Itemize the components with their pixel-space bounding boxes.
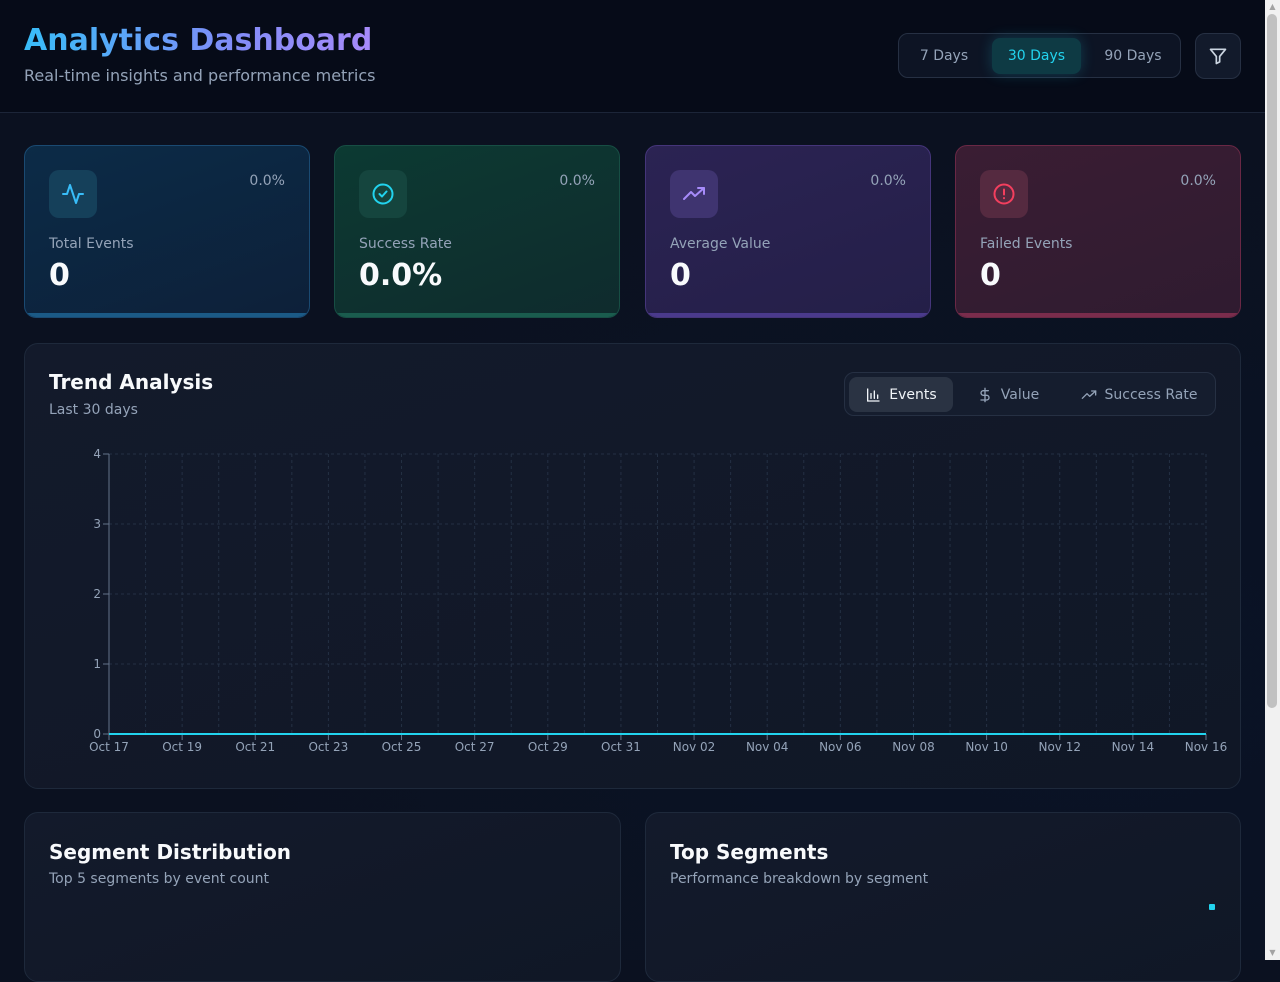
top-segments-subtitle: Performance breakdown by segment: [670, 871, 929, 887]
stat-card-average-value: 0.0% Average Value 0: [645, 145, 931, 318]
x-tick-label: Oct 21: [235, 740, 275, 754]
stat-label: Failed Events: [980, 236, 1073, 252]
segment-distribution-subtitle: Top 5 segments by event count: [49, 871, 270, 887]
filter-button[interactable]: [1195, 33, 1241, 79]
x-tick-label: Nov 10: [965, 740, 1008, 754]
segment-distribution-title: Segment Distribution: [49, 840, 292, 864]
stat-label: Success Rate: [359, 236, 452, 252]
x-tick-label: Oct 27: [455, 740, 495, 754]
trend-analysis-panel: Trend Analysis Last 30 days Events Value…: [24, 343, 1241, 789]
y-tick-label: 3: [93, 517, 101, 531]
stat-change: 0.0%: [1180, 173, 1216, 189]
x-tick-label: Nov 02: [673, 740, 716, 754]
header: Analytics Dashboard Real-time insights a…: [0, 0, 1265, 113]
y-tick-label: 1: [93, 657, 101, 671]
scroll-up-arrow[interactable]: ▲: [1265, 0, 1280, 14]
stat-value: 0.0%: [359, 258, 443, 293]
x-tick-label: Nov 06: [819, 740, 862, 754]
segment-distribution-panel: Segment Distribution Top 5 segments by e…: [24, 812, 621, 982]
stat-value: 0: [670, 258, 691, 293]
stat-change: 0.0%: [249, 173, 285, 189]
scroll-down-arrow[interactable]: ▼: [1265, 946, 1280, 960]
y-tick-label: 4: [93, 447, 101, 461]
trending-up-icon: [670, 170, 718, 218]
loading-indicator: [1209, 904, 1215, 910]
card-accent-bar: [25, 313, 309, 317]
alert-circle-icon: [980, 170, 1028, 218]
stat-value: 0: [49, 258, 70, 293]
stat-change: 0.0%: [870, 173, 906, 189]
stat-change: 0.0%: [559, 173, 595, 189]
stat-value: 0: [980, 258, 1001, 293]
range-90-days-button[interactable]: 90 Days: [1094, 38, 1172, 74]
x-tick-label: Oct 31: [601, 740, 641, 754]
trend-chart: 0 1 2 3 4 Oct 17 Oct 19 Oct 21 Oct 23 Oct 25 Oct 2…: [89, 447, 1228, 754]
check-circle-icon: [359, 170, 407, 218]
card-accent-bar: [646, 313, 930, 317]
activity-icon: [49, 170, 97, 218]
range-7-days-button[interactable]: 7 Days: [907, 38, 981, 74]
page-subtitle: Real-time insights and performance metri…: [24, 66, 376, 85]
y-tick-label: 2: [93, 587, 101, 601]
card-accent-bar: [335, 313, 619, 317]
date-range-selector: 7 Days 30 Days 90 Days: [898, 33, 1181, 78]
range-30-days-button[interactable]: 30 Days: [992, 38, 1081, 74]
scrollbar-thumb[interactable]: [1267, 14, 1277, 708]
page-title: Analytics Dashboard: [24, 23, 373, 58]
card-accent-bar: [956, 313, 1240, 317]
stat-label: Total Events: [49, 236, 134, 252]
stat-card-total-events: 0.0% Total Events 0: [24, 145, 310, 318]
x-tick-label: Oct 23: [308, 740, 348, 754]
stat-label: Average Value: [670, 236, 771, 252]
top-segments-title: Top Segments: [670, 840, 829, 864]
x-tick-label: Oct 25: [382, 740, 422, 754]
filter-icon: [1209, 48, 1227, 65]
stat-card-failed-events: 0.0% Failed Events 0: [955, 145, 1241, 318]
x-tick-label: Nov 08: [892, 740, 935, 754]
stat-card-success-rate: 0.0% Success Rate 0.0%: [334, 145, 620, 318]
x-tick-label: Oct 29: [528, 740, 568, 754]
top-segments-panel: Top Segments Performance breakdown by se…: [645, 812, 1241, 982]
x-tick-label: Oct 17: [89, 740, 129, 754]
x-tick-label: Nov 16: [1185, 740, 1228, 754]
y-tick-label: 0: [93, 727, 101, 741]
x-tick-label: Nov 04: [746, 740, 789, 754]
x-tick-label: Nov 14: [1112, 740, 1155, 754]
x-tick-label: Oct 19: [162, 740, 202, 754]
x-tick-label: Nov 12: [1038, 740, 1081, 754]
